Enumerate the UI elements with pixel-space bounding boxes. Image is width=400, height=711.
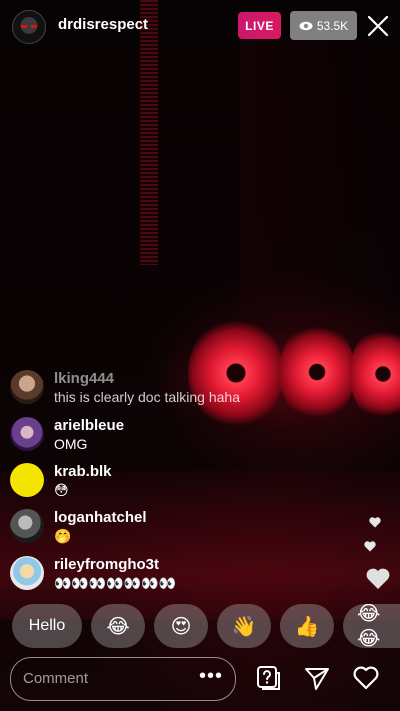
quick-reaction-double-laugh[interactable]: 😂😂 xyxy=(343,604,400,648)
quick-reaction-thumbs-up[interactable]: 👍 xyxy=(280,604,334,648)
live-badge: LIVE xyxy=(238,12,281,39)
comment-username[interactable]: arielbleue xyxy=(54,417,124,434)
comment-item: arielbleue OMG xyxy=(10,417,340,457)
heart-reaction-icon xyxy=(366,568,390,589)
comment-text: 😳 xyxy=(54,482,69,498)
comment-text: 🤭 xyxy=(54,528,72,544)
comment-text: 👀👀👀👀👀👀👀 xyxy=(54,575,177,591)
comment-username[interactable]: krab.blk xyxy=(54,463,112,480)
comment-item: krab.blk 😳 xyxy=(10,463,340,503)
heart-reaction-icon xyxy=(364,541,376,552)
host-username[interactable]: drdisrespect xyxy=(58,16,148,33)
avatar-detail xyxy=(31,25,37,28)
eye-icon xyxy=(299,21,313,30)
question-icon[interactable] xyxy=(254,664,282,692)
comment-item: loganhatchel 🤭 xyxy=(10,509,340,549)
comment-placeholder: Comment xyxy=(23,670,89,687)
quick-reaction-heart-eyes[interactable]: 😍 xyxy=(154,604,208,648)
commenter-avatar[interactable] xyxy=(10,556,44,590)
viewer-count-badge[interactable]: 53.5K xyxy=(290,11,357,40)
quick-reaction-laugh[interactable]: 😂 xyxy=(91,604,145,648)
send-icon[interactable] xyxy=(303,664,331,692)
avatar-detail xyxy=(21,25,27,28)
comment-item: rileyfromgho3t 👀👀👀👀👀👀👀 xyxy=(10,556,340,596)
commenter-avatar[interactable] xyxy=(10,370,44,404)
viewer-count: 53.5K xyxy=(316,18,349,33)
quick-reaction-wave[interactable]: 👋 xyxy=(217,604,271,648)
heart-reaction-icon xyxy=(369,517,381,528)
host-avatar[interactable] xyxy=(12,10,46,44)
live-header: drdisrespect LIVE 53.5K xyxy=(0,0,400,52)
comment-item: lking444 this is clearly doc talking hah… xyxy=(10,370,340,410)
heart-icon[interactable] xyxy=(352,664,380,692)
quick-reply-hello[interactable]: Hello xyxy=(12,604,82,648)
pc-case-shape xyxy=(240,40,400,310)
comment-text: OMG xyxy=(54,436,88,452)
comment-username[interactable]: lking444 xyxy=(54,370,114,387)
comment-text: this is clearly doc talking haha xyxy=(54,389,240,405)
close-icon[interactable] xyxy=(366,14,390,38)
commenter-avatar[interactable] xyxy=(10,509,44,543)
commenter-avatar[interactable] xyxy=(10,463,44,497)
comment-username[interactable]: loganhatchel xyxy=(54,509,147,526)
commenter-avatar[interactable] xyxy=(10,417,44,451)
more-options-button[interactable]: ••• xyxy=(199,665,223,688)
comment-username[interactable]: rileyfromgho3t xyxy=(54,556,159,573)
comment-input[interactable]: Comment ••• xyxy=(10,657,236,701)
